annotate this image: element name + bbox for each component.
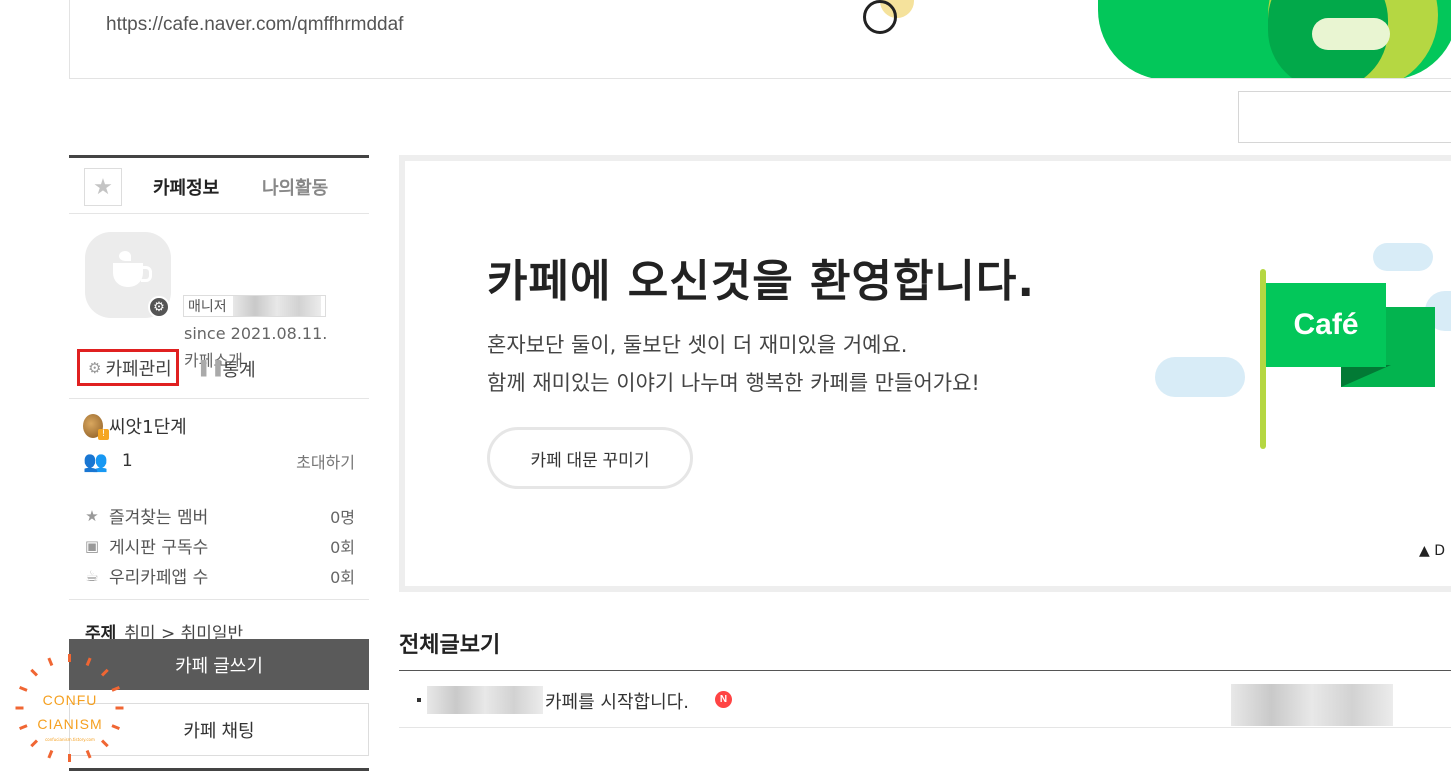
watermark-ray bbox=[47, 749, 54, 759]
stat-favorite-members: ★ 즐겨찾는 멤버 0명 bbox=[83, 503, 355, 529]
top-banner: https://cafe.naver.com/qmffhrmddaf bbox=[69, 0, 1451, 79]
banner-decoration-ring bbox=[863, 0, 897, 34]
collapse-arrow-icon[interactable]: ▲ D bbox=[1419, 543, 1445, 559]
watermark-ray bbox=[85, 657, 92, 667]
member-count[interactable]: 1 bbox=[122, 451, 133, 471]
cafe-profile: 매니저 since 2021.08.11. 카페소개 bbox=[69, 214, 369, 370]
manager-label: 매니저 bbox=[188, 299, 227, 315]
star-icon: ★ bbox=[85, 506, 99, 525]
flag-shadow bbox=[1341, 365, 1391, 387]
watermark-line-2: CIANISM bbox=[37, 716, 103, 732]
post-title[interactable]: 카페를 시작합니다. bbox=[545, 688, 689, 714]
stat-value: 0명 bbox=[330, 507, 355, 527]
bar-chart-icon: ▌▐ bbox=[201, 361, 220, 377]
cafe-url[interactable]: https://cafe.naver.com/qmffhrmddaf bbox=[106, 14, 403, 36]
stat-value: 0회 bbox=[330, 537, 355, 557]
manager-badge[interactable]: 매니저 bbox=[183, 295, 326, 317]
stat-board-subscriptions: ▣ 게시판 구독수 0회 bbox=[83, 533, 355, 559]
stat-cafe-app: ☕ 우리카페앱 수 0회 bbox=[83, 563, 355, 589]
watermark-url: confucianism.tistory.com bbox=[45, 737, 95, 742]
stat-value: 0회 bbox=[330, 567, 355, 587]
list-item[interactable]: 카페를 시작합니다. N bbox=[399, 672, 1451, 728]
cloud-illustration bbox=[1373, 243, 1433, 271]
welcome-subtitle-1: 혼자보단 둘이, 둘보단 셋이 더 재미있을 거예요. bbox=[487, 333, 908, 357]
watermark-line-1: CONFU bbox=[42, 692, 98, 708]
watermark-ray bbox=[111, 685, 120, 692]
all-posts-heading[interactable]: 전체글보기 bbox=[399, 627, 500, 659]
favorite-star-icon[interactable]: ★ bbox=[84, 168, 122, 206]
cup-icon: ☕ bbox=[85, 566, 99, 585]
watermark-ray bbox=[115, 706, 124, 710]
post-prefix-blurred bbox=[427, 686, 543, 714]
stat-label: 우리카페앱 수 bbox=[109, 568, 209, 588]
banner-decoration-pill bbox=[1312, 18, 1390, 50]
welcome-panel: 카페에 오신것을 환영합니다. 혼자보단 둘이, 둘보단 셋이 더 재미있을 거… bbox=[399, 155, 1451, 592]
cafe-level-block: 씨앗1단계 👥 1 초대하기 ★ 즐겨찾는 멤버 0명 ▣ 게시판 구독수 0회… bbox=[69, 398, 369, 588]
watermark-ray bbox=[30, 668, 39, 677]
cafe-manage-button[interactable]: ⚙ 카페관리 bbox=[77, 349, 179, 386]
invite-button[interactable]: 초대하기 bbox=[296, 449, 355, 473]
confucianism-watermark: CONFU CIANISM confucianism.tistory.com bbox=[12, 654, 128, 766]
stat-label: 즐겨찾는 멤버 bbox=[109, 508, 209, 528]
list-divider bbox=[399, 670, 1451, 671]
decorate-front-button[interactable]: 카페 대문 꾸미기 bbox=[487, 427, 693, 489]
member-count-row: 👥 1 초대하기 bbox=[83, 449, 355, 473]
members-icon: 👥 bbox=[83, 449, 108, 473]
stats-button[interactable]: ▌▐ 통계 bbox=[201, 356, 256, 382]
bullet-icon bbox=[417, 698, 421, 702]
search-input[interactable] bbox=[1238, 91, 1451, 143]
watermark-ray bbox=[19, 685, 28, 692]
new-badge-icon: N bbox=[715, 691, 732, 708]
manager-name-blurred bbox=[232, 296, 321, 316]
cafe-flag-logo: Café bbox=[1266, 283, 1386, 367]
watermark-ray bbox=[15, 706, 24, 710]
post-meta-blurred bbox=[1231, 684, 1393, 726]
settings-gear-icon[interactable]: ⚙ bbox=[148, 296, 170, 318]
watermark-ray bbox=[47, 657, 54, 667]
level-label: 씨앗1단계 bbox=[109, 417, 187, 438]
seed-icon bbox=[83, 414, 109, 440]
tab-my-activity[interactable]: 나의활동 bbox=[262, 174, 328, 200]
watermark-ray bbox=[68, 654, 71, 662]
sidebar-tabs: ★ 카페정보 나의활동 bbox=[69, 155, 369, 214]
welcome-title: 카페에 오신것을 환영합니다. bbox=[487, 256, 1036, 307]
cup-icon bbox=[113, 251, 152, 287]
cafe-manage-label: 카페관리 bbox=[105, 358, 172, 380]
welcome-subtitle-2: 함께 재미있는 이야기 나누며 행복한 카페를 만들어가요! bbox=[487, 371, 980, 395]
management-row: ⚙ 카페관리 ▌▐ 통계 bbox=[69, 338, 369, 398]
cloud-illustration bbox=[1155, 357, 1245, 397]
cafe-level[interactable]: 씨앗1단계 bbox=[83, 413, 187, 440]
stats-label: 통계 bbox=[222, 360, 256, 381]
watermark-ray bbox=[100, 668, 109, 677]
sidebar: ★ 카페정보 나의활동 매니저 since 2021.08.11. 카페소개 ⚙… bbox=[69, 155, 369, 771]
tab-cafe-info[interactable]: 카페정보 bbox=[153, 174, 219, 200]
gear-icon: ⚙ bbox=[88, 358, 102, 377]
rss-icon: ▣ bbox=[84, 536, 100, 555]
sidebar-bottom-divider bbox=[69, 768, 369, 771]
watermark-ray bbox=[85, 749, 92, 759]
stat-label: 게시판 구독수 bbox=[109, 538, 209, 558]
watermark-ray bbox=[68, 754, 71, 762]
